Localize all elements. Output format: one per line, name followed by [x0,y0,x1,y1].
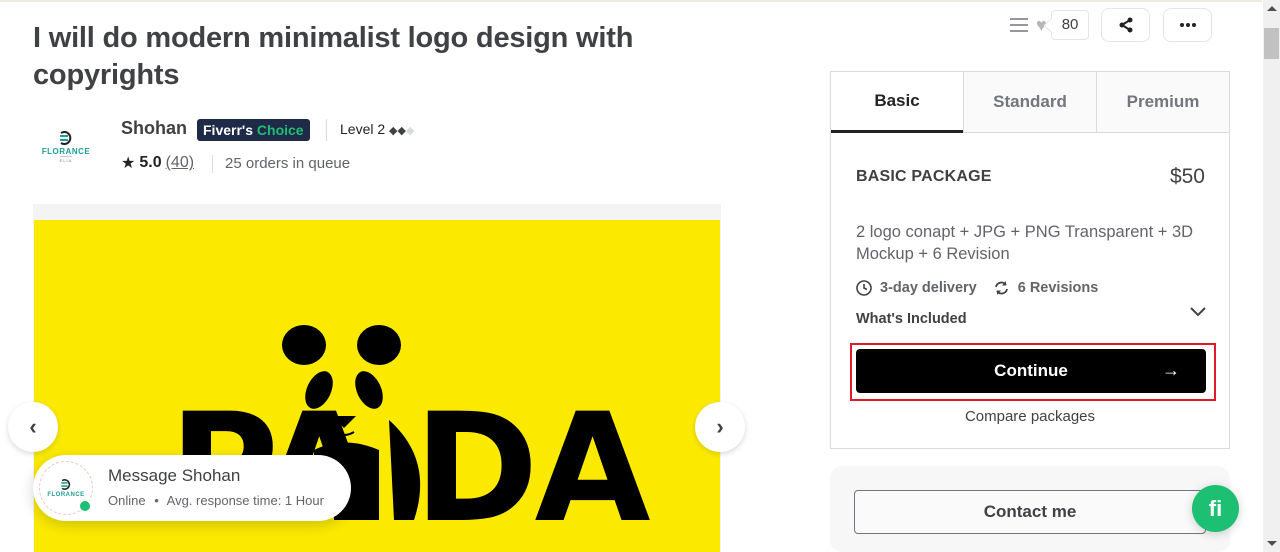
badge-suffix: Choice [256,122,304,138]
revisions-count: 6 Revisions [1017,280,1099,296]
logo-text: FLORANCE [47,491,85,498]
seller-overview: FLORANCE ELIA Shohan Fiverr's Choice Lev… [33,115,733,185]
gallery-next-button[interactable]: › [695,402,745,452]
message-status: Online • Avg. response time: 1 Hour [108,493,324,508]
top-actions: ♥ 80 [1010,8,1225,42]
logo-subtext: ELIA [59,156,73,163]
seller-rating: ★ 5.0 (40) [121,153,194,173]
fiverr-chat-button[interactable]: fi [1192,485,1239,532]
scroll-thumb[interactable] [1264,28,1279,59]
package-meta: 3-day delivery 6 Revisions [856,280,1114,296]
review-count-link[interactable]: (40) [166,154,194,172]
scroll-down-arrow-icon[interactable] [1267,541,1277,546]
rating-value: 5.0 [139,154,162,171]
refresh-icon [993,280,1010,296]
fiverrs-choice-badge: Fiverr's Choice [197,119,310,141]
orders-in-queue: 25 orders in queue [225,155,351,172]
share-button[interactable] [1101,8,1151,42]
diamond-icon: ◆ [397,125,406,137]
star-icon: ★ [121,155,136,172]
clock-icon [856,280,872,296]
message-seller-card[interactable]: FLORANCE Message Shohan Online • Avg. re… [33,455,351,521]
gig-title: I will do modern minimalist logo design … [33,22,634,91]
svg-text:DA: DA [414,382,651,552]
online-label: Online [108,493,146,508]
chevron-right-icon: › [716,414,724,439]
whats-included-label: What's Included [856,311,967,327]
package-description: 2 logo conapt + JPG + PNG Transparent + … [856,223,1194,263]
whats-included-toggle[interactable]: What's Included [856,307,1206,327]
logo-mark-icon [61,478,71,490]
level-label: Level 2 [340,121,386,137]
seller-level: Level 2 ◆◆◆ [340,121,414,137]
package-panel: Basic Standard Premium BASIC PACKAGE $50… [830,71,1230,449]
message-title: Message Shohan [108,466,241,485]
more-options-button[interactable] [1163,8,1213,42]
contact-section: Contact me [830,466,1230,552]
divider [326,119,327,141]
list-icon[interactable] [1010,18,1028,32]
diamond-icon: ◆ [389,125,398,137]
package-name: BASIC PACKAGE [856,168,992,185]
more-dots-icon [1179,23,1196,27]
diamond-empty-icon: ◆ [405,125,415,137]
continue-button[interactable]: Continue → [856,349,1206,393]
online-status-dot [78,499,92,513]
top-border [0,0,1262,2]
seller-name[interactable]: Shohan [121,118,187,139]
tab-premium[interactable]: Premium [1096,72,1229,132]
contact-me-button[interactable]: Contact me [854,490,1206,534]
tab-standard[interactable]: Standard [963,72,1096,132]
package-price: $50 [1169,165,1205,188]
separator: • [154,493,159,508]
seller-avatar[interactable]: FLORANCE ELIA [33,122,99,172]
tab-basic[interactable]: Basic [831,72,963,133]
vertical-scrollbar[interactable] [1263,0,1280,552]
chevron-down-icon [1190,307,1206,317]
package-tabs: Basic Standard Premium [831,72,1229,133]
arrow-right-icon: → [1162,360,1180,380]
divider [212,155,213,173]
badge-prefix: Fiverr's [203,122,254,138]
like-count: 80 [1050,10,1090,40]
response-time: Avg. response time: 1 Hour [166,493,324,508]
compare-packages-link[interactable]: Compare packages [831,408,1229,425]
chevron-left-icon: ‹ [29,414,37,439]
gallery-prev-button[interactable]: ‹ [8,402,58,452]
continue-label: Continue [994,361,1068,380]
logo-text: FLORANCE [41,147,91,156]
logo-mark-icon [60,131,72,145]
scroll-up-arrow-icon[interactable] [1267,6,1277,11]
fiverr-logo-icon: fi [1208,495,1223,521]
delivery-time: 3-day delivery [880,280,977,296]
share-icon [1119,17,1133,33]
